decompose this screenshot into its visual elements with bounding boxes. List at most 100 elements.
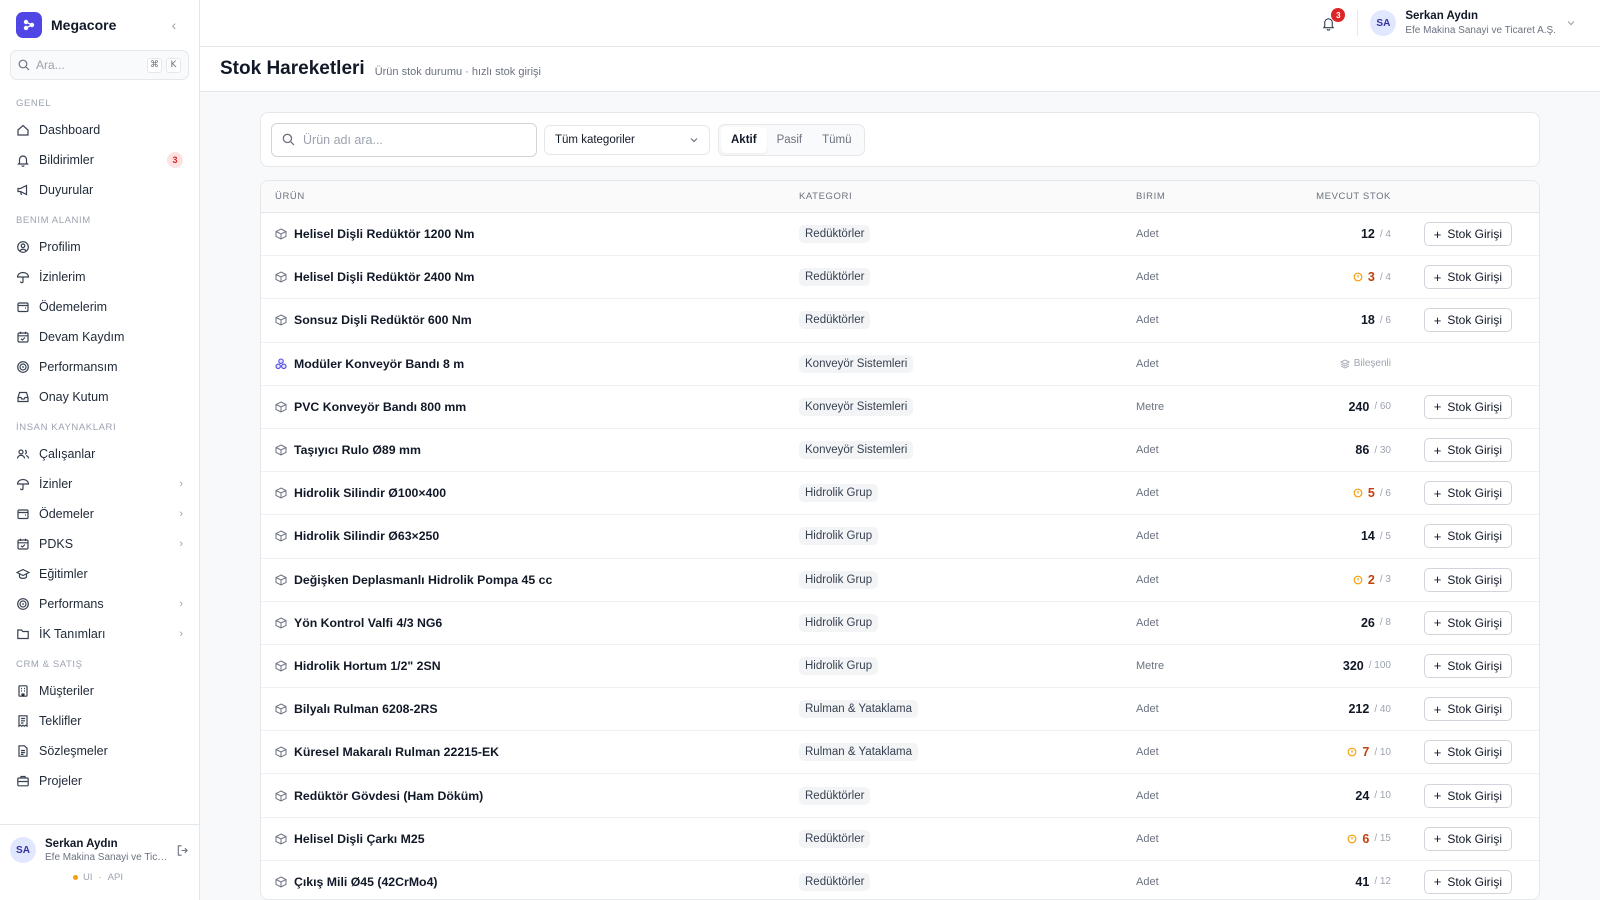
unit-cell: Metre [1136, 401, 1256, 413]
status-option-aktif[interactable]: Aktif [721, 126, 767, 153]
stock-entry-button[interactable]: + Stok Girişi [1423, 222, 1512, 247]
sidebar-item-dashboard[interactable]: Dashboard [0, 115, 199, 145]
action-cell: + Stok Girişi [1391, 438, 1525, 463]
package-icon [275, 746, 287, 758]
minimum-stock: / 15 [1374, 833, 1391, 845]
column-header-stock[interactable]: Mevcut Stok [1256, 191, 1391, 202]
column-header-unit[interactable]: Birim [1136, 191, 1256, 202]
umbrella-icon [16, 478, 30, 491]
unit-cell: Adet [1136, 271, 1256, 283]
sidebar-item-sözleşmeler[interactable]: Sözleşmeler [0, 736, 199, 766]
stock-entry-button[interactable]: + Stok Girişi [1423, 481, 1512, 506]
sidebar-item-label: Müşteriler [39, 684, 94, 698]
collapse-sidebar-icon[interactable]: ‹ [165, 16, 183, 34]
sidebar-item-profilim[interactable]: Profilim [0, 232, 199, 262]
product-search-input[interactable] [303, 132, 503, 147]
category-cell: Hidrolik Grup [799, 484, 1136, 503]
avatar[interactable]: SA [10, 837, 36, 863]
stock-entry-button[interactable]: + Stok Girişi [1423, 567, 1512, 592]
status-option-pasif[interactable]: Pasif [767, 127, 813, 153]
users-icon [16, 449, 30, 459]
status-option-tümü[interactable]: Tümü [812, 127, 861, 153]
category-select[interactable]: Tüm kategoriler [544, 124, 710, 155]
stock-entry-button[interactable]: + Stok Girişi [1423, 308, 1512, 333]
sidebar-item-i-zinlerim[interactable]: İzinlerim [0, 262, 199, 292]
wallet-icon [17, 302, 29, 313]
category-badge: Redüktörler [799, 872, 871, 891]
product-cell: Hidrolik Silindir Ø63×250 [261, 529, 799, 543]
stock-entry-button[interactable]: + Stok Girişi [1423, 653, 1512, 678]
stock-entry-button[interactable]: + Stok Girişi [1423, 438, 1512, 463]
sidebar-item-pdks[interactable]: PDKS › [0, 529, 199, 559]
sidebar-item-devam-kaydım[interactable]: Devam Kaydım [0, 322, 199, 352]
unit-cell: Adet [1136, 314, 1256, 326]
sidebar: Megacore ‹ ⌘ K Genel Dashboard Bildirimler… [0, 0, 200, 900]
sidebar-item-performansım[interactable]: Performansım [0, 352, 199, 382]
sidebar-item-çalışanlar[interactable]: Çalışanlar [0, 439, 199, 469]
column-header-product[interactable]: Ürün [261, 191, 799, 202]
sidebar-search-input[interactable] [36, 58, 143, 72]
content: Tüm kategoriler AktifPasifTümü Ürün Kate… [200, 92, 1600, 900]
product-cell: Modüler Konveyör Bandı 8 m [261, 357, 799, 371]
plus-icon: + [1433, 312, 1442, 328]
sidebar-item-duyurular[interactable]: Duyurular [0, 175, 199, 205]
stock-entry-button[interactable]: + Stok Girişi [1423, 869, 1512, 894]
stock-entry-button[interactable]: + Stok Girişi [1423, 610, 1512, 635]
user-company: Efe Makina Sanayi ve Ticaret A.Ş. [1405, 25, 1556, 37]
column-header-category[interactable]: Kategori [799, 191, 1136, 202]
sidebar-search[interactable]: ⌘ K [10, 50, 189, 80]
stock-entry-button[interactable]: + Stok Girişi [1423, 394, 1512, 419]
nav-section: Genel Dashboard Bildirimler 3 Duyurular [0, 94, 199, 205]
stock-entry-button[interactable]: + Stok Girişi [1423, 783, 1512, 808]
stock-cell: 212 / 40 [1256, 702, 1391, 716]
sidebar-item-onay-kutum[interactable]: Onay Kutum [0, 382, 199, 412]
user-name: Serkan Aydın [1405, 10, 1479, 23]
logout-icon[interactable] [176, 844, 189, 857]
sidebar-item-ödemelerim[interactable]: Ödemelerim [0, 292, 199, 322]
plus-icon: + [1433, 528, 1442, 544]
sidebar-item-bildirimler[interactable]: Bildirimler 3 [0, 145, 199, 175]
plus-icon: + [1433, 572, 1442, 588]
sidebar-item-teklifler[interactable]: Teklifler [0, 706, 199, 736]
unit-text: Adet [1136, 357, 1159, 370]
unit-text: Metre [1136, 400, 1165, 413]
user-menu[interactable]: SA Serkan Aydın Efe Makina Sanayi ve Tic… [1370, 10, 1576, 37]
stock-entry-button[interactable]: + Stok Girişi [1423, 697, 1512, 722]
current-stock: 26 [1360, 615, 1375, 630]
notification-count-badge: 3 [167, 152, 183, 168]
product-cell: Helisel Dişli Redüktör 1200 Nm [261, 227, 799, 241]
stock-cell: 41 / 12 [1256, 875, 1391, 889]
stock-entry-button[interactable]: + Stok Girişi [1423, 826, 1512, 851]
nav-section: Benim Alanım Profilim İzinlerim Ödemelerim D… [0, 211, 199, 412]
product-search[interactable] [271, 122, 537, 157]
current-stock: 12 [1360, 227, 1375, 242]
product-cell: Yön Kontrol Valfi 4/3 NG6 [261, 616, 799, 630]
sidebar-item-i-zinler[interactable]: İzinler › [0, 469, 199, 499]
stock-entry-button[interactable]: + Stok Girişi [1423, 524, 1512, 549]
product-name: Hidrolik Silindir Ø63×250 [294, 529, 440, 544]
stock-entry-button[interactable]: + Stok Girişi [1423, 265, 1512, 290]
chevron-down-icon [690, 137, 698, 142]
sidebar-item-eğitimler[interactable]: Eğitimler [0, 559, 199, 589]
category-cell: Redüktörler [799, 829, 1136, 848]
sidebar-item-i-k-tanımları[interactable]: İK Tanımları › [0, 619, 199, 649]
sidebar-item-projeler[interactable]: Projeler [0, 766, 199, 796]
current-stock: 320 [1342, 658, 1364, 673]
package-icon [275, 487, 287, 499]
umbrella-icon [16, 271, 30, 284]
product-cell: Hidrolik Silindir Ø100×400 [261, 486, 799, 500]
category-cell: Konveyör Sistemleri [799, 441, 1136, 460]
notifications-button[interactable]: 3 [1313, 8, 1346, 38]
topbar: 3 SA Serkan Aydın Efe Makina Sanayi ve T… [200, 0, 1600, 48]
stock-cell: 320 / 100 [1256, 659, 1391, 673]
product-name: Helisel Dişli Redüktör 2400 Nm [294, 270, 475, 285]
package-icon [275, 530, 287, 542]
stock-entry-label: Stok Girişi [1447, 399, 1502, 414]
sidebar-item-performans[interactable]: Performans › [0, 589, 199, 619]
stock-entry-button[interactable]: + Stok Girişi [1423, 740, 1512, 765]
sidebar-item-müşteriler[interactable]: Müşteriler [0, 676, 199, 706]
action-cell: + Stok Girişi [1391, 308, 1525, 333]
table-row: Helisel Dişli Redüktör 1200 Nm Redüktörle… [261, 213, 1539, 257]
sidebar-item-ödemeler[interactable]: Ödemeler › [0, 499, 199, 529]
unit-text: Adet [1136, 314, 1159, 327]
